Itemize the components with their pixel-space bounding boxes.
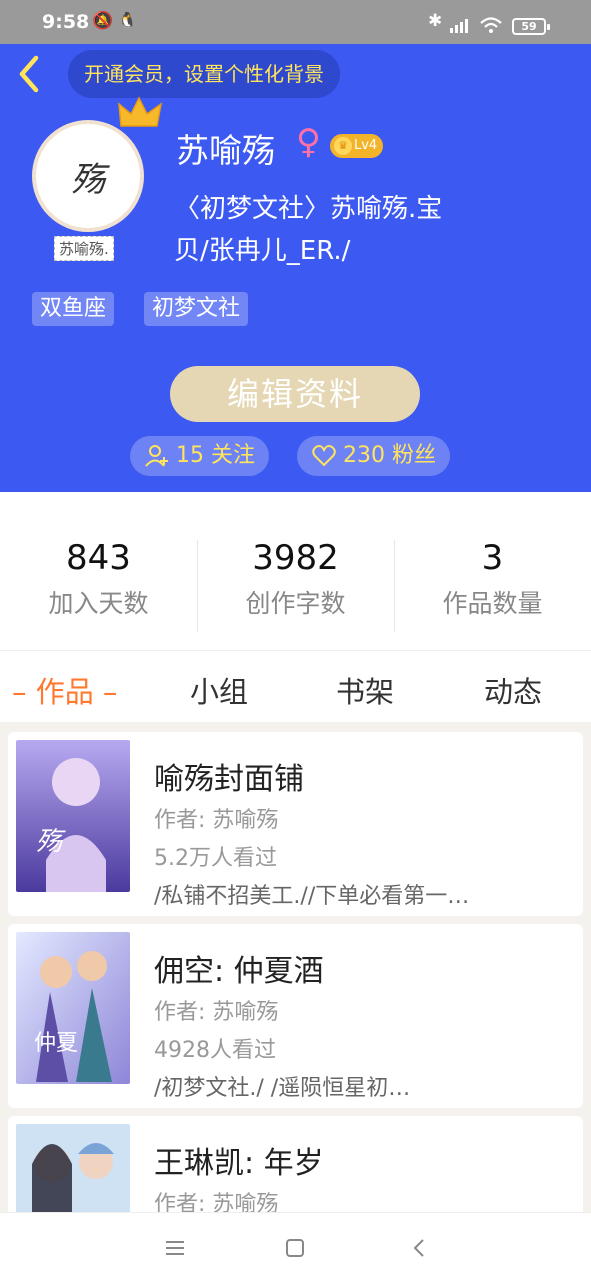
list-item[interactable]: 王琳凯: 年岁 作者: 苏喻殇	[8, 1116, 583, 1212]
work-views: 4928人看过	[154, 1038, 276, 1063]
menu-icon[interactable]	[160, 1233, 190, 1263]
gender-female-icon: ♀	[296, 122, 321, 162]
tab-bookshelf[interactable]: 书架	[336, 669, 394, 711]
level-badge-icon: ♛	[334, 137, 352, 155]
work-author: 作者: 苏喻殇	[154, 1000, 279, 1025]
work-description: /初梦文社./ /遥陨恒星初…	[154, 1076, 411, 1101]
work-title: 王琳凯: 年岁	[154, 1146, 324, 1181]
stat-value: 3982	[252, 538, 339, 578]
bluetooth-icon: ✱	[428, 11, 443, 31]
works-list: 殇 喻殇封面铺 作者: 苏喻殇 5.2万人看过 /私铺不招美工.//下单必看第一…	[0, 722, 591, 1212]
followers-count: 230 粉丝	[343, 443, 436, 468]
book-cover-image	[16, 1124, 130, 1212]
tab-bar: – 作品 – 小组 书架 动态	[0, 650, 591, 722]
crown-icon	[118, 96, 163, 127]
list-item[interactable]: 殇 喻殇封面铺 作者: 苏喻殇 5.2万人看过 /私铺不招美工.//下单必看第一…	[8, 732, 583, 916]
back-icon[interactable]	[404, 1233, 434, 1263]
work-title: 佣空: 仲夏酒	[154, 954, 324, 989]
level-text: Lv4	[354, 138, 378, 153]
wifi-icon	[480, 17, 502, 33]
stat-work-count: 3 作品数量	[394, 538, 591, 620]
mute-icon: 🔕	[92, 11, 114, 31]
tab-groups[interactable]: 小组	[190, 669, 248, 711]
username: 苏喻殇	[176, 131, 275, 170]
back-arrow-icon[interactable]	[12, 52, 48, 96]
tab-activity[interactable]: 动态	[484, 669, 542, 711]
avatar-caption: 苏喻殇.	[54, 236, 114, 261]
svg-text:仲夏: 仲夏	[34, 1031, 78, 1056]
tag-zodiac[interactable]: 双鱼座	[32, 292, 115, 326]
stat-join-days: 843 加入天数	[0, 538, 197, 620]
vip-promo-banner[interactable]: 开通会员，设置个性化背景	[68, 50, 340, 98]
stat-label: 创作字数	[245, 589, 346, 618]
edit-profile-button[interactable]: 编辑资料	[170, 366, 420, 422]
work-description: /私铺不招美工.//下单必看第一…	[154, 884, 470, 909]
book-cover-image: 殇	[16, 740, 130, 892]
heart-icon	[312, 445, 336, 467]
avatar[interactable]: 殇	[32, 120, 144, 232]
work-title: 喻殇封面铺	[154, 762, 304, 797]
tab-works[interactable]: – 作品 –	[12, 669, 117, 711]
followers-button[interactable]: 230 粉丝	[297, 436, 450, 476]
status-bar: 9:58 🔕 🐧 ✱ 59	[0, 0, 591, 44]
stat-value: 3	[481, 538, 504, 578]
work-views: 5.2万人看过	[154, 846, 277, 871]
follow-icon	[145, 445, 168, 467]
stat-label: 加入天数	[48, 589, 149, 618]
tag-club[interactable]: 初梦文社	[144, 292, 249, 326]
work-author: 作者: 苏喻殇	[154, 808, 279, 833]
list-item[interactable]: 仲夏 佣空: 仲夏酒 作者: 苏喻殇 4928人看过 /初梦文社./ /遥陨恒星…	[8, 924, 583, 1108]
stat-label: 作品数量	[442, 589, 543, 618]
home-icon[interactable]	[280, 1233, 310, 1263]
level-badge: ♛ Lv4	[330, 134, 384, 158]
qq-icon: 🐧	[118, 11, 137, 29]
svg-text:殇: 殇	[36, 827, 66, 857]
stat-word-count: 3982 创作字数	[197, 538, 394, 620]
book-cover-image: 仲夏	[16, 932, 130, 1084]
stat-value: 843	[66, 538, 131, 578]
work-author: 作者: 苏喻殇	[154, 1192, 279, 1212]
profile-bio: 〈初梦文社〉苏喻殇.宝贝/张冉儿_ER./	[174, 194, 443, 266]
following-button[interactable]: 15 关注	[130, 436, 269, 476]
following-count: 15 关注	[176, 443, 255, 468]
signal-icon	[450, 19, 468, 33]
status-time: 9:58	[42, 11, 90, 33]
stats-panel: 843 加入天数 3982 创作字数 3 作品数量	[0, 492, 591, 650]
system-nav-bar	[0, 1212, 591, 1280]
battery-indicator: 59	[512, 18, 550, 35]
